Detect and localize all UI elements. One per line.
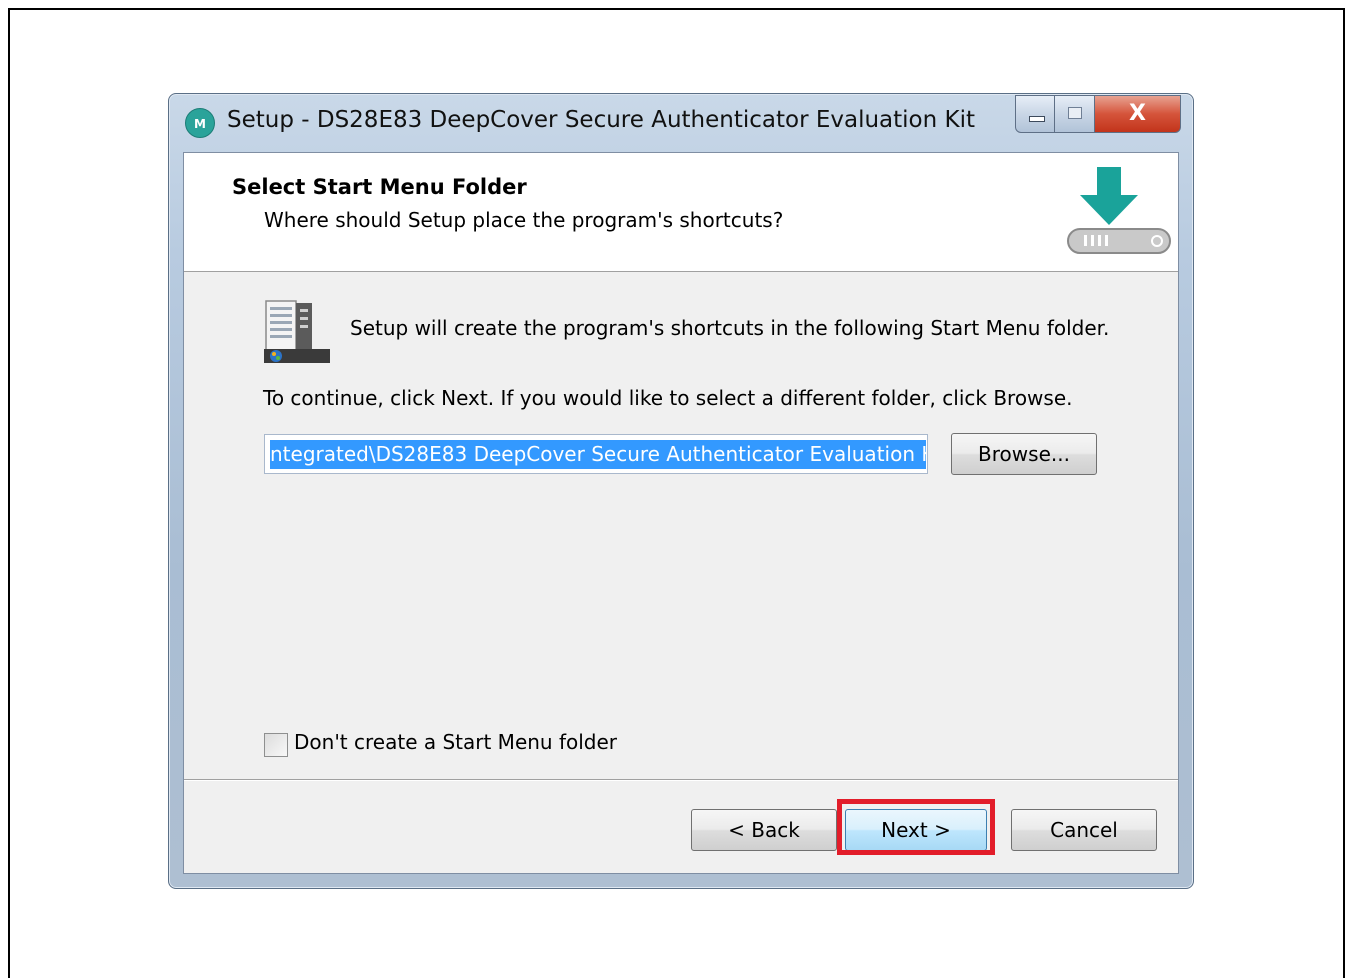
maximize-button[interactable]: [1055, 95, 1095, 133]
browse-button[interactable]: Browse...: [951, 433, 1097, 475]
title-bar[interactable]: M Setup - DS28E83 DeepCover Secure Authe…: [169, 94, 1193, 152]
start-menu-folder-input[interactable]: ntegrated\DS28E83 DeepCover Secure Authe…: [264, 434, 928, 474]
minimize-icon: [1029, 116, 1045, 122]
continue-hint: To continue, click Next. If you would li…: [263, 386, 1073, 410]
folder-path-text: ntegrated\DS28E83 DeepCover Secure Authe…: [270, 440, 926, 469]
wizard-header: Select Start Menu Folder Where should Se…: [184, 153, 1178, 272]
footer-divider: [184, 779, 1178, 781]
close-button[interactable]: X: [1095, 95, 1181, 133]
setup-window: M Setup - DS28E83 DeepCover Secure Authe…: [168, 93, 1194, 889]
cancel-button[interactable]: Cancel: [1011, 809, 1157, 851]
no-start-menu-folder-label[interactable]: Don't create a Start Menu folder: [294, 730, 617, 754]
no-start-menu-folder-checkbox[interactable]: [264, 733, 288, 757]
maxim-app-icon: M: [185, 108, 215, 138]
intro-text: Setup will create the program's shortcut…: [350, 316, 1110, 340]
wizard-client-area: Select Start Menu Folder Where should Se…: [183, 152, 1179, 874]
close-icon: X: [1129, 101, 1146, 126]
window-title: Setup - DS28E83 DeepCover Secure Authent…: [227, 107, 976, 133]
page-subtitle: Where should Setup place the program's s…: [264, 208, 784, 232]
minimize-button[interactable]: [1015, 95, 1055, 133]
next-button-highlight: [837, 799, 995, 855]
maximize-icon: [1068, 107, 1082, 119]
window-controls: X: [1015, 95, 1181, 133]
start-menu-folder-icon: [264, 300, 330, 363]
page-title: Select Start Menu Folder: [232, 175, 527, 199]
install-download-icon: [1067, 167, 1171, 254]
back-button[interactable]: < Back: [691, 809, 837, 851]
